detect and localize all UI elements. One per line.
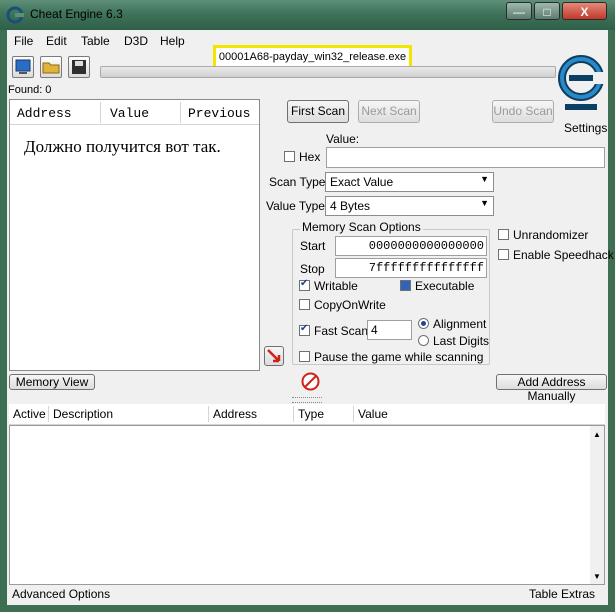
executable-checkbox[interactable]	[400, 280, 411, 291]
alignment-radio[interactable]	[418, 318, 429, 329]
copyonwrite-checkbox[interactable]	[299, 299, 310, 310]
column-address[interactable]: Address	[17, 106, 72, 121]
open-file-button[interactable]	[40, 56, 62, 78]
start-label: Start	[300, 239, 326, 253]
executable-label: Executable	[415, 279, 475, 293]
advanced-options-label[interactable]: Advanced Options	[12, 587, 110, 601]
start-address-input[interactable]: 0000000000000000	[335, 236, 487, 256]
alignment-label: Alignment	[433, 317, 487, 331]
scroll-down-icon[interactable]: ▼	[593, 572, 601, 581]
scan-type-value: Exact Value	[330, 175, 394, 189]
menu-help[interactable]: Help	[160, 34, 185, 48]
column-description[interactable]: Description	[53, 407, 113, 421]
column-active[interactable]: Active	[13, 407, 46, 421]
select-process-button[interactable]	[12, 56, 34, 78]
writable-checkbox[interactable]	[299, 278, 310, 291]
menu-edit[interactable]: Edit	[46, 34, 67, 48]
fast-scan-label: Fast Scan	[314, 324, 369, 338]
stop-icon[interactable]	[301, 372, 320, 391]
column-previous[interactable]: Previous	[188, 106, 250, 121]
stop-address-input[interactable]: 7fffffffffffffff	[335, 258, 487, 278]
header-separator	[353, 406, 354, 422]
memory-view-button[interactable]: Memory View	[9, 374, 95, 390]
splitter-handle[interactable]	[292, 397, 322, 403]
stop-label: Stop	[300, 262, 325, 276]
writable-label: Writable	[314, 279, 358, 293]
value-input[interactable]	[326, 147, 605, 168]
menu-file[interactable]: File	[14, 34, 33, 48]
pause-game-checkbox[interactable]	[299, 351, 310, 362]
hex-label: Hex	[299, 150, 321, 164]
next-scan-button[interactable]: Next Scan	[358, 100, 420, 123]
header-separator	[208, 406, 209, 422]
column-type[interactable]: Type	[298, 407, 324, 421]
menu-d3d[interactable]: D3D	[124, 34, 148, 48]
window-title: Cheat Engine 6.3	[30, 7, 123, 21]
close-button[interactable]: X	[562, 2, 607, 20]
folder-open-icon	[42, 62, 60, 74]
cheat-engine-logo[interactable]	[555, 52, 607, 122]
scan-type-select[interactable]: Exact Value ▼	[325, 172, 494, 192]
header-separator	[293, 406, 294, 422]
table-extras-label[interactable]: Table Extras	[529, 587, 595, 601]
value-type-select[interactable]: 4 Bytes ▼	[325, 196, 494, 216]
value-label: Value:	[326, 132, 360, 146]
cheat-table-body[interactable]	[9, 425, 605, 585]
column-value[interactable]: Value	[358, 407, 388, 421]
vertical-scrollbar[interactable]: ▲ ▼	[590, 426, 604, 584]
red-arrow-icon	[267, 349, 281, 363]
cheat-table-header: Active Description Address Type Value	[9, 404, 605, 425]
minimize-button[interactable]: —	[506, 2, 532, 20]
value-type-label: Value Type	[266, 199, 325, 213]
add-to-list-button[interactable]	[264, 346, 284, 366]
first-scan-button[interactable]: First Scan	[287, 100, 349, 123]
header-separator	[48, 406, 49, 422]
speedhack-label: Enable Speedhack	[513, 248, 614, 262]
header-divider	[10, 124, 259, 125]
settings-label[interactable]: Settings	[564, 121, 607, 135]
last-digits-label: Last Digits	[433, 334, 490, 348]
speedhack-checkbox[interactable]	[498, 249, 509, 260]
fast-scan-input[interactable]: 4	[367, 320, 412, 340]
value-type-value: 4 Bytes	[330, 199, 371, 213]
cheat-engine-icon	[6, 6, 24, 24]
annotation-text: Должно получится вот так.	[24, 137, 221, 156]
scan-progress-bar	[100, 66, 556, 78]
header-separator	[180, 102, 181, 123]
add-address-manually-button[interactable]: Add Address Manually	[496, 374, 607, 403]
chevron-down-icon: ▼	[480, 198, 489, 208]
column-value[interactable]: Value	[110, 106, 149, 121]
undo-scan-button[interactable]: Undo Scan	[492, 100, 554, 123]
scan-type-label: Scan Type	[269, 175, 326, 189]
chevron-down-icon: ▼	[480, 174, 489, 184]
save-button[interactable]	[68, 56, 90, 78]
floppy-disk-icon	[72, 60, 86, 74]
pause-game-label: Pause the game while scanning	[314, 350, 484, 364]
menu-table[interactable]: Table	[81, 34, 110, 48]
hex-checkbox[interactable]	[284, 151, 295, 162]
found-count: Found: 0	[8, 84, 52, 96]
status-bar: Advanced Options Table Extras	[7, 585, 608, 605]
maximize-button[interactable]: □	[534, 2, 560, 20]
last-digits-radio[interactable]	[418, 335, 429, 346]
unrandomizer-checkbox[interactable]	[498, 229, 509, 240]
scroll-up-icon[interactable]: ▲	[593, 430, 601, 439]
unrandomizer-label: Unrandomizer	[513, 228, 589, 242]
memory-options-title: Memory Scan Options	[300, 220, 423, 234]
copyonwrite-label: CopyOnWrite	[314, 298, 386, 312]
header-separator	[100, 102, 101, 123]
fast-scan-checkbox[interactable]	[299, 323, 310, 336]
computer-icon	[15, 59, 31, 74]
column-address[interactable]: Address	[213, 407, 257, 421]
